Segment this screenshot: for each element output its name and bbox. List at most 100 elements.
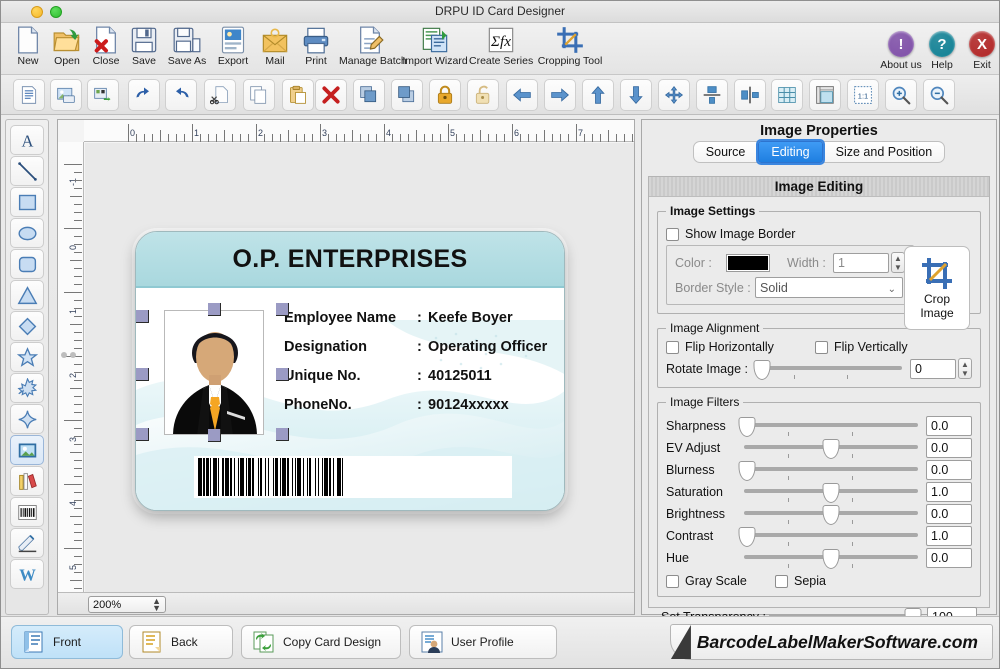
zoom-level-select[interactable]: 200% ▲ ▼: [88, 596, 166, 613]
palette-image-tool[interactable]: [10, 435, 44, 465]
employee-photo[interactable]: [164, 310, 264, 435]
sepia-checkbox[interactable]: [775, 574, 788, 588]
slider-thumb[interactable]: [738, 461, 756, 481]
palette-four-point-star-tool[interactable]: [10, 404, 44, 434]
palette-rectangle-tool[interactable]: [10, 187, 44, 217]
palette-triangle-tool[interactable]: [10, 280, 44, 310]
filter-slider-saturation[interactable]: [744, 483, 918, 503]
selection-handle[interactable]: [276, 368, 289, 381]
rotate-image-slider[interactable]: [753, 359, 902, 380]
toolbar-button-manage-batch[interactable]: Manage Batch: [339, 25, 407, 67]
rotate-image-stepper[interactable]: ▲ ▼: [958, 358, 972, 379]
palette-star-tool[interactable]: [10, 342, 44, 372]
iconbar-button-align-top[interactable]: [582, 79, 614, 111]
palette-watermark-tool[interactable]: W: [10, 559, 44, 589]
iconbar-button-zoom-in[interactable]: [885, 79, 917, 111]
palette-library-tool[interactable]: [10, 466, 44, 496]
iconbar-button-align-bottom[interactable]: [620, 79, 652, 111]
filter-value-contrast[interactable]: 1.0: [926, 526, 972, 546]
iconbar-button-text-properties[interactable]: [13, 79, 45, 111]
slider-thumb[interactable]: [738, 527, 756, 547]
iconbar-button-actual-size[interactable]: 1:1: [847, 79, 879, 111]
iconbar-button-zoom-out[interactable]: [923, 79, 955, 111]
tab-size-and-position[interactable]: Size and Position: [822, 141, 946, 163]
border-width-stepper[interactable]: ▲ ▼: [891, 252, 905, 273]
selection-handle[interactable]: [208, 429, 221, 442]
slider-thumb[interactable]: [753, 359, 771, 380]
slider-thumb[interactable]: [822, 505, 840, 525]
toolbar-button-print[interactable]: Print: [294, 25, 338, 67]
iconbar-button-unlock[interactable]: [467, 79, 499, 111]
border-width-input[interactable]: 1: [833, 252, 889, 273]
palette-diamond-tool[interactable]: [10, 311, 44, 341]
toolbar-button-help[interactable]: ? Help: [926, 31, 958, 71]
toolbar-button-open[interactable]: Open: [48, 25, 86, 67]
iconbar-button-grid[interactable]: [771, 79, 803, 111]
card-board[interactable]: O.P. ENTERPRISES Employee Name: Keefe B…: [85, 143, 634, 592]
selection-handle[interactable]: [136, 368, 149, 381]
palette-rounded-rect-tool[interactable]: [10, 249, 44, 279]
card-field-row[interactable]: PhoneNo.:90124xxxxx: [284, 397, 558, 413]
toolbar-button-close[interactable]: Close: [87, 25, 125, 67]
slider-thumb[interactable]: [822, 439, 840, 459]
bottom-button-back[interactable]: Back: [129, 625, 233, 659]
iconbar-button-copy[interactable]: [243, 79, 275, 111]
flip-vertically-checkbox[interactable]: [815, 340, 828, 354]
show-image-border-row[interactable]: Show Image Border: [666, 227, 972, 241]
iconbar-button-bring-to-front[interactable]: [353, 79, 385, 111]
slider-thumb[interactable]: [822, 549, 840, 569]
id-card[interactable]: O.P. ENTERPRISES Employee Name: Keefe B…: [135, 231, 565, 511]
card-field-row[interactable]: Employee Name: Keefe Boyer: [284, 310, 558, 326]
filter-value-brightness[interactable]: 0.0: [926, 504, 972, 524]
selection-handle[interactable]: [208, 303, 221, 316]
filter-slider-ev-adjust[interactable]: [744, 439, 918, 459]
show-image-border-checkbox[interactable]: [666, 227, 679, 241]
iconbar-button-align-right[interactable]: [544, 79, 576, 111]
palette-burst-tool[interactable]: [10, 373, 44, 403]
iconbar-button-delete[interactable]: [315, 79, 347, 111]
iconbar-button-image-insert[interactable]: [50, 79, 82, 111]
toolbar-button-export[interactable]: Export: [211, 25, 255, 67]
selection-handle[interactable]: [136, 428, 149, 441]
toolbar-button-mail[interactable]: Mail: [256, 25, 294, 67]
bottom-button-front[interactable]: Front: [11, 625, 123, 659]
selection-handle[interactable]: [136, 310, 149, 323]
toolbar-button-save[interactable]: Save: [125, 25, 163, 67]
slider-thumb[interactable]: [738, 417, 756, 437]
border-color-swatch[interactable]: [726, 253, 770, 272]
card-field-row[interactable]: Unique No.:40125011: [284, 368, 558, 384]
filter-slider-brightness[interactable]: [744, 505, 918, 525]
palette-line-tool[interactable]: [10, 156, 44, 186]
selection-handle[interactable]: [276, 303, 289, 316]
iconbar-button-align-horizontal[interactable]: [734, 79, 766, 111]
slider-thumb[interactable]: [822, 483, 840, 503]
filter-value-ev-adjust[interactable]: 0.0: [926, 438, 972, 458]
filter-value-hue[interactable]: 0.0: [926, 548, 972, 568]
crop-image-button[interactable]: Crop Image: [904, 246, 970, 330]
iconbar-button-paste[interactable]: [282, 79, 314, 111]
iconbar-button-center[interactable]: [658, 79, 690, 111]
iconbar-button-image-export[interactable]: [87, 79, 119, 111]
iconbar-button-cut[interactable]: [204, 79, 236, 111]
filter-value-blurness[interactable]: 0.0: [926, 460, 972, 480]
toolbar-button-about-us[interactable]: ! About us: [878, 31, 924, 71]
toolbar-button-exit[interactable]: X Exit: [966, 31, 998, 71]
filter-slider-blurness[interactable]: [738, 461, 918, 481]
toolbar-button-import-wizard[interactable]: Import Wizard: [401, 25, 469, 67]
palette-text-tool[interactable]: A: [10, 125, 44, 155]
iconbar-button-undo[interactable]: [128, 79, 160, 111]
iconbar-button-send-to-back[interactable]: [391, 79, 423, 111]
filter-value-sharpness[interactable]: 0.0: [926, 416, 972, 436]
flip-horizontally-checkbox[interactable]: [666, 340, 679, 354]
border-style-select[interactable]: Solid ⌄: [755, 277, 903, 298]
splitter-handle[interactable]: [61, 352, 79, 360]
palette-ellipse-tool[interactable]: [10, 218, 44, 248]
bottom-button-user-profile[interactable]: User Profile: [409, 625, 557, 659]
bottom-button-copy-card-design[interactable]: Copy Card Design: [241, 625, 401, 659]
iconbar-button-lock[interactable]: [429, 79, 461, 111]
iconbar-button-page-setup[interactable]: [809, 79, 841, 111]
iconbar-button-redo[interactable]: [165, 79, 197, 111]
filter-slider-contrast[interactable]: [738, 527, 918, 547]
barcode[interactable]: [194, 456, 512, 498]
toolbar-button-cropping-tool[interactable]: Cropping Tool: [534, 25, 606, 67]
